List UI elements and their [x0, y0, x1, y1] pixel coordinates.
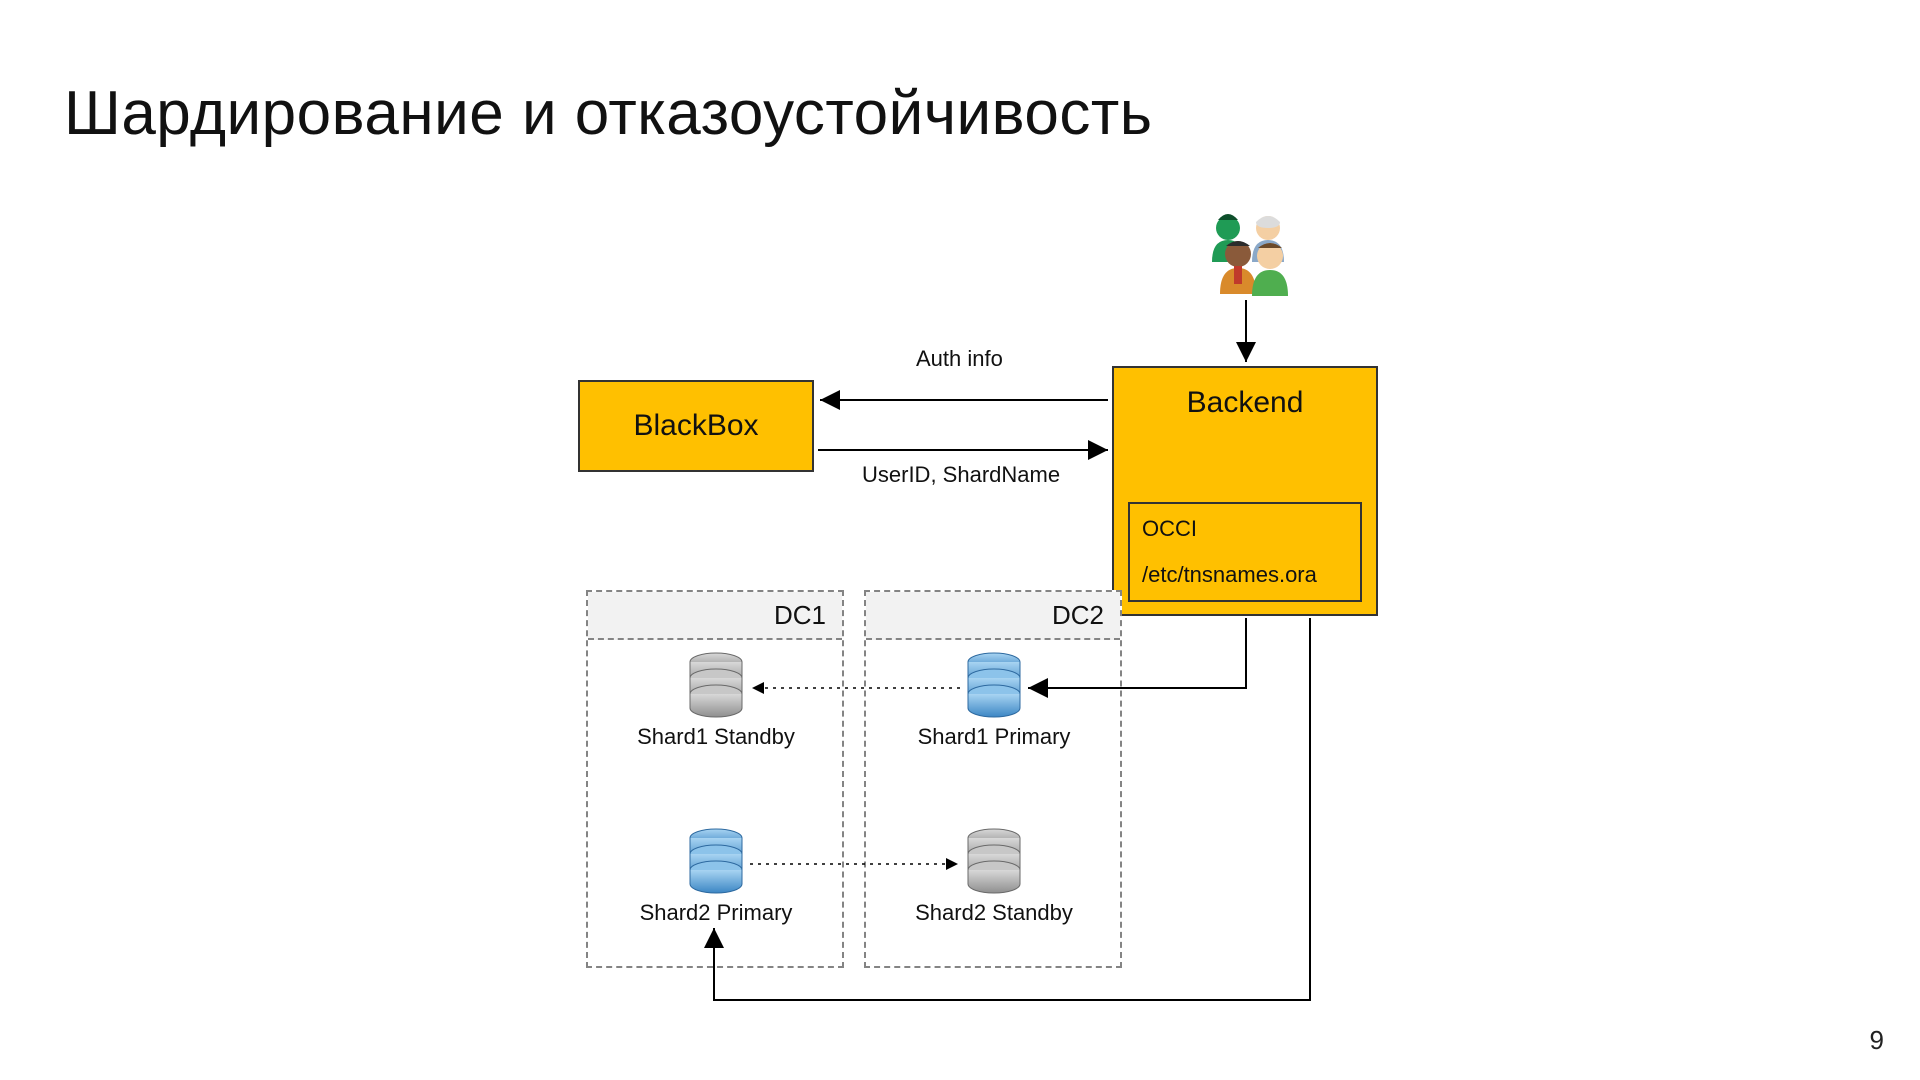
database-icon	[686, 652, 746, 718]
blackbox-label: BlackBox	[633, 409, 758, 443]
slide: Шардирование и отказоустойчивость 9	[0, 0, 1920, 1080]
backend-node: Backend OCCI /etc/tnsnames.ora	[1112, 366, 1378, 616]
dc1-shard2: Shard2 Primary	[616, 828, 816, 926]
database-icon	[964, 652, 1024, 718]
dc2-shard2: Shard2 Standby	[894, 828, 1094, 926]
label-auth-info: Auth info	[916, 346, 1003, 372]
occi-line2: /etc/tnsnames.ora	[1142, 562, 1317, 588]
label-userid-shardname: UserID, ShardName	[862, 462, 1060, 488]
database-icon	[686, 828, 746, 894]
occi-box: OCCI /etc/tnsnames.ora	[1128, 502, 1362, 602]
dc1-shard2-label: Shard2 Primary	[616, 900, 816, 926]
backend-label: Backend	[1114, 386, 1376, 420]
dc2-shard1: Shard1 Primary	[894, 652, 1094, 750]
dc1-shard1: Shard1 Standby	[616, 652, 816, 750]
dc1-shard1-label: Shard1 Standby	[616, 724, 816, 750]
dc2-shard1-label: Shard1 Primary	[894, 724, 1094, 750]
dc2-shard2-label: Shard2 Standby	[894, 900, 1094, 926]
occi-line1: OCCI	[1142, 516, 1197, 542]
diagram-canvas: BlackBox Backend OCCI /etc/tnsnames.ora …	[0, 0, 1920, 1080]
blackbox-node: BlackBox	[578, 380, 814, 472]
dc1-header: DC1	[588, 592, 842, 640]
users-icon	[1198, 210, 1298, 296]
dc2-header: DC2	[866, 592, 1120, 640]
database-icon	[964, 828, 1024, 894]
